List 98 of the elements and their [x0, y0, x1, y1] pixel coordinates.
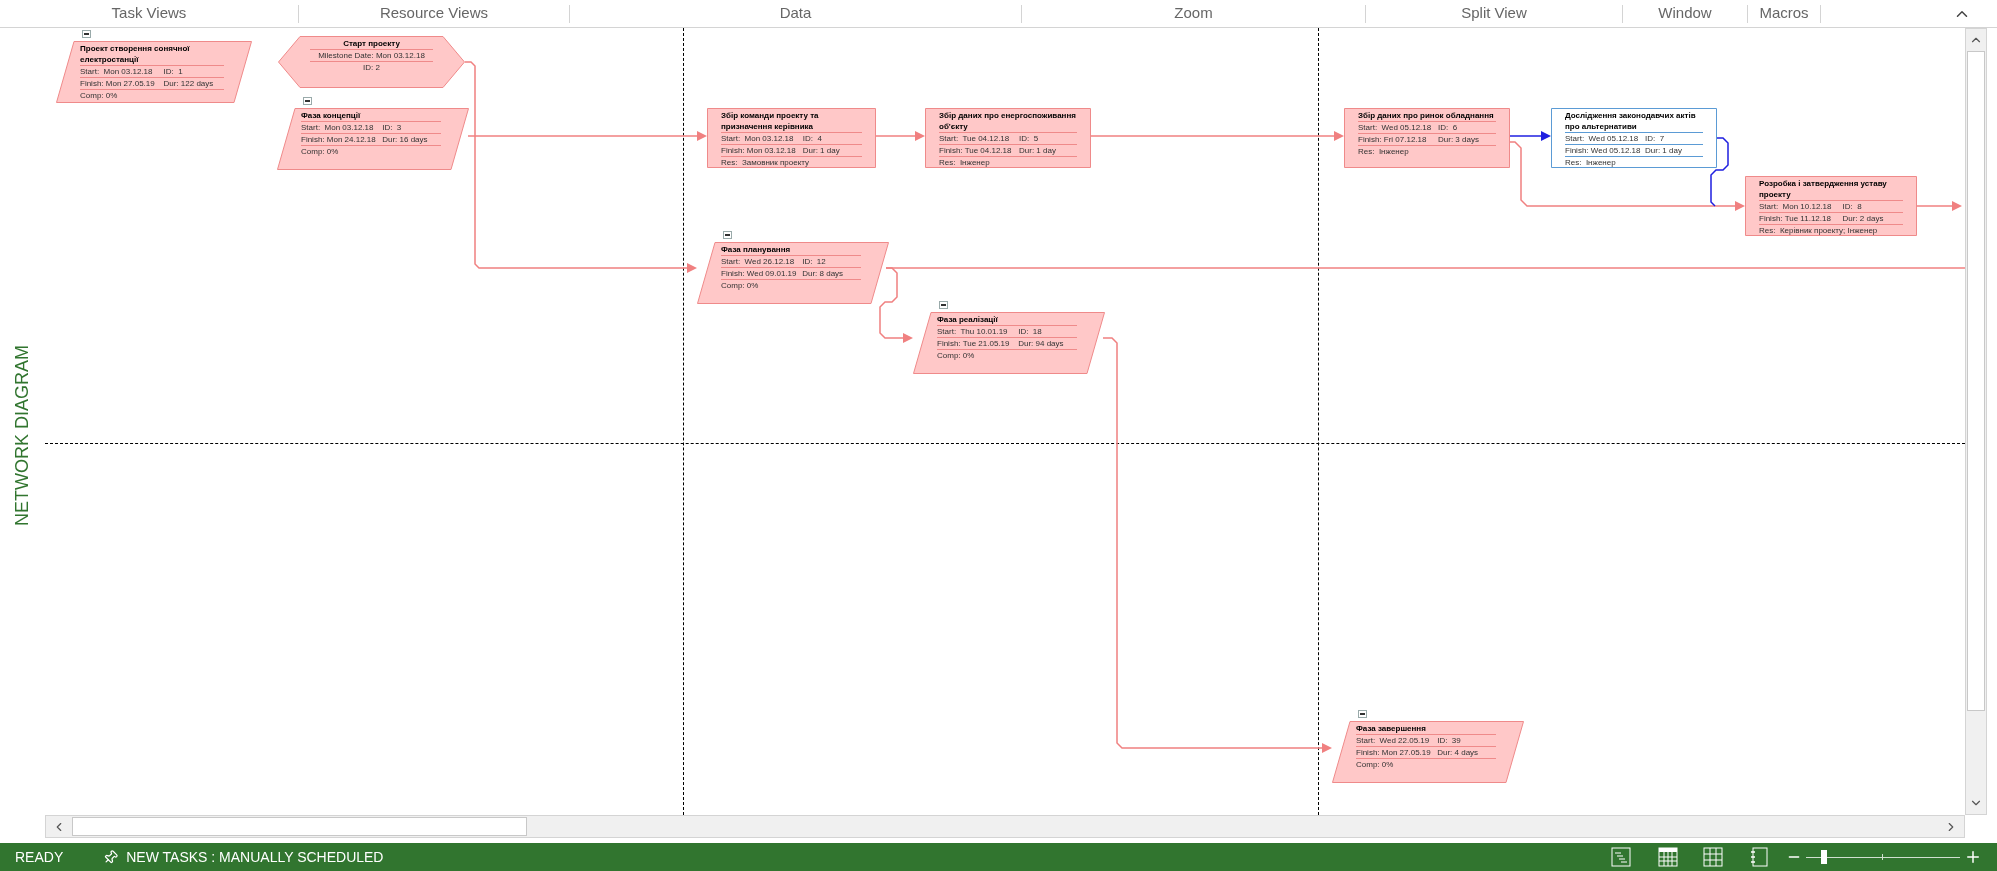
ribbon-group-label: Data [779, 3, 812, 24]
node-field: Finish: Wed 05.12.18 [1565, 145, 1646, 156]
calendar-view-icon[interactable] [1658, 847, 1678, 867]
ribbon-group-label: Split View [1461, 3, 1527, 24]
collapse-button[interactable] [723, 231, 732, 239]
node-field: Dur: 122 days [163, 78, 214, 89]
collapse-button[interactable] [82, 30, 91, 38]
node-field: ID: 4 [802, 133, 822, 144]
node-field: ID: 5 [1019, 133, 1039, 144]
node-field: Finish: Tue 11.12.18 [1759, 213, 1843, 224]
collapse-button[interactable] [939, 301, 948, 309]
node-field: Finish: Mon 27.05.19 [80, 78, 164, 89]
node-field: Dur: 3 days [1438, 134, 1479, 145]
node-field: Finish: Mon 27.05.19 [1356, 747, 1438, 758]
node-field: Start: Mon 03.12.18 [721, 133, 803, 144]
node-field: Start: Wed 22.05.19 [1356, 735, 1438, 746]
zoom-in-icon[interactable] [1964, 848, 1982, 866]
ribbon-group-label: Zoom [1174, 3, 1213, 24]
node-field: Dur: 1 day [802, 145, 840, 156]
milestone-node[interactable]: Старт проекту Milestone Date: Mon 03.12.18 ID: 2 [278, 36, 465, 88]
node-field: Start: Mon 03.12.18 [80, 66, 164, 77]
zoom-slider-thumb[interactable] [1821, 850, 1828, 864]
task-node[interactable]: Дослідження законодавчих актів про альтернативи Start: Wed 05.12.18 ID: 7 Finish: Wed 05.12.18 Dur: 1 day Res: Інженер [1551, 108, 1717, 168]
connector-arrow [875, 131, 925, 141]
node-field: Dur: 1 day [1019, 145, 1056, 156]
node-field: Res: Інженер [939, 157, 990, 168]
node-field: Start: Mon 10.12.18 [1759, 201, 1843, 212]
node-title: Фаза концепції [301, 110, 361, 121]
node-field: ID: 8 [1842, 201, 1862, 212]
scroll-thumb[interactable] [72, 817, 527, 836]
node-field: ID: 3 [382, 122, 402, 133]
task-node[interactable]: Збір команди проекту та призначення керівника Start: Mon 03.12.18 ID: 4 Finish: Mon 03.12.18 Dur: 1 day Res: Замовник проекту [707, 108, 876, 168]
task-node[interactable]: Розробка і затвердження уставу проекту Start: Mon 10.12.18 ID: 8 Finish: Tue 11.12.18 Dur: 2 days Res: Керівник проекту; Інженер [1745, 176, 1917, 236]
node-field: Dur: 2 days [1842, 213, 1884, 224]
ribbon-group-label: Resource Views [379, 3, 489, 24]
node-field: Res: Інженер [1358, 146, 1409, 157]
node-field: Comp: 0% [1356, 759, 1394, 770]
ribbon-group-label: Task Views [111, 3, 187, 24]
node-field: Comp: 0% [721, 280, 759, 291]
node-field: Start: Wed 05.12.18 [1358, 122, 1439, 133]
notebook-view-icon[interactable] [1750, 847, 1768, 867]
node-title: Збір даних про енергоспоживання об'єкту [939, 110, 1077, 132]
node-title: Проект створення сонячної електростанції [80, 43, 191, 65]
scroll-thumb[interactable] [1967, 51, 1985, 711]
node-field: Finish: Wed 09.01.19 [721, 268, 803, 279]
node-field: ID: 18 [1018, 326, 1042, 337]
ribbon-group-label: Macros [1759, 3, 1809, 24]
status-mode: READY [15, 847, 64, 867]
node-field: Start: Tue 04.12.18 [939, 133, 1020, 144]
node-field: Dur: 16 days [382, 134, 428, 145]
node-field: Dur: 8 days [802, 268, 844, 279]
node-field: ID: 1 [163, 66, 183, 77]
node-field: ID: 6 [1438, 122, 1458, 133]
node-field: Comp: 0% [937, 350, 975, 361]
node-field: Res: Інженер [1565, 157, 1616, 168]
node-title: Збір даних про ринок обладнання [1358, 110, 1494, 121]
node-field: ID: 39 [1437, 735, 1461, 746]
view-label: NETWORK DIAGRAM [11, 345, 33, 526]
node-title: Фаза завершення [1356, 723, 1426, 734]
node-title: Старт проекту [343, 38, 400, 49]
grid-view-icon[interactable] [1703, 847, 1723, 867]
node-field: Start: Wed 26.12.18 [721, 256, 803, 267]
node-field: Comp: 0% [80, 90, 118, 101]
node-field: ID: 7 [1645, 133, 1665, 144]
collapse-button[interactable] [303, 97, 312, 105]
node-field: Start: Wed 05.12.18 [1565, 133, 1646, 144]
node-field: Finish: Fri 07.12.18 [1358, 134, 1439, 145]
node-field: Finish: Mon 24.12.18 [301, 134, 383, 145]
node-field: Res: Керівник проекту; Інженер [1759, 225, 1878, 236]
node-title: Фаза реалізації [937, 314, 998, 325]
node-title: Розробка і затвердження уставу проекту [1759, 178, 1888, 200]
node-title: Збір команди проекту та призначення керівника [721, 110, 820, 132]
node-field: Start: Mon 03.12.18 [301, 122, 383, 133]
collapse-button[interactable] [1358, 710, 1367, 718]
vertical-scrollbar[interactable] [1965, 28, 1987, 815]
connector-line [1710, 137, 1729, 207]
task-node[interactable]: Збір даних про енергоспоживання об'єкту Start: Tue 04.12.18 ID: 5 Finish: Tue 04.12.18 Dur: 1 day Res: Інженер [925, 108, 1091, 168]
ribbon-group-label: Window [1658, 3, 1712, 24]
node-field: Finish: Tue 04.12.18 [939, 145, 1020, 156]
node-field: Dur: 4 days [1437, 747, 1479, 758]
node-field: Finish: Tue 21.05.19 [937, 338, 1019, 349]
node-field: ID: 2 [363, 62, 380, 73]
zoom-slider[interactable] [1806, 850, 1960, 864]
task-node[interactable]: Збір даних про ринок обладнання Start: Wed 05.12.18 ID: 6 Finish: Fri 07.12.18 Dur: 3 days Res: Інженер [1344, 108, 1510, 168]
node-field: Finish: Mon 03.12.18 [721, 145, 803, 156]
gantt-view-icon[interactable] [1611, 847, 1631, 867]
node-title: Дослідження законодавчих актів про альтернативи [1565, 110, 1697, 132]
node-field: Dur: 94 days [1018, 338, 1064, 349]
connector-arrow [1916, 201, 1962, 211]
node-field: Comp: 0% [301, 146, 339, 157]
node-field: Dur: 1 day [1645, 145, 1682, 156]
horizontal-scrollbar[interactable] [45, 815, 1965, 838]
node-field: ID: 12 [802, 256, 826, 267]
node-field: Res: Замовник проекту [721, 157, 809, 168]
node-field: Start: Thu 10.01.19 [937, 326, 1019, 337]
node-title: Фаза планування [721, 244, 791, 255]
new-tasks-status[interactable]: NEW TASKS : MANUALLY SCHEDULED [126, 846, 384, 868]
node-field: Milestone Date: Mon 03.12.18 [318, 50, 425, 61]
